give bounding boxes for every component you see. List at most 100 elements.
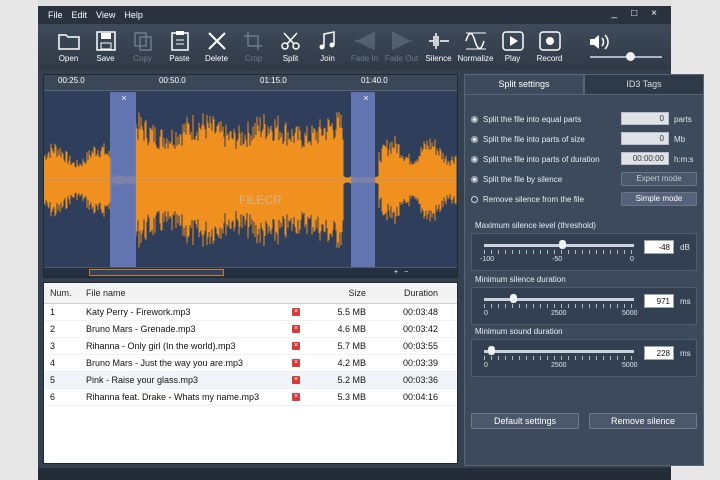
file-size: 5.5 MB <box>337 307 366 317</box>
default-settings-button[interactable]: Default settings <box>471 413 579 429</box>
paste-button[interactable]: Paste <box>161 24 198 63</box>
threshold-value-field[interactable]: -48 <box>644 240 674 254</box>
file-size: 5.2 MB <box>337 375 366 385</box>
minimize-button[interactable]: _ <box>612 8 618 19</box>
header-name[interactable]: File name <box>82 288 288 298</box>
expert-mode-button[interactable]: Expert mode <box>621 172 697 186</box>
file-name: Rihanna feat. Drake - Whats my name.mp3 <box>86 392 260 402</box>
file-row[interactable]: 2 Bruno Mars - Grenade.mp3 × 4.6 MB 00:03:42 <box>44 321 457 338</box>
min-silence-slider[interactable]: 0 2500 5000 971 ms <box>471 287 697 325</box>
normalize-button[interactable]: Normalize <box>457 24 494 63</box>
remove-file-icon[interactable]: × <box>292 376 300 384</box>
copy-button[interactable]: Copy <box>124 24 161 63</box>
file-row[interactable]: 6 Rihanna feat. Drake - Whats my name.mp3… <box>44 389 457 406</box>
tab-split-settings[interactable]: Split settings <box>464 74 584 94</box>
size-field[interactable]: 0 <box>621 132 669 145</box>
header-num[interactable]: Num. <box>44 288 82 298</box>
file-row[interactable]: 1 Katy Perry - Firework.mp3 × 5.5 MB 00:03:4… <box>44 304 457 321</box>
volume-slider-knob[interactable] <box>625 52 635 61</box>
file-name: Bruno Mars - Just the way you are.mp3 <box>86 358 244 368</box>
speaker-icon[interactable] <box>588 32 610 52</box>
ruler-label: 00:25.0 <box>58 76 85 85</box>
silence-close-icon[interactable]: × <box>363 93 368 103</box>
fade-out-icon <box>392 32 412 50</box>
ruler-label: 01:15.0 <box>260 76 287 85</box>
duration-field[interactable]: 00:00:00 <box>621 152 669 165</box>
option-remove-silence[interactable]: Remove silence from the file <box>471 195 584 204</box>
radio-size[interactable] <box>471 136 478 143</box>
remove-file-icon[interactable]: × <box>292 308 300 316</box>
file-num: 2 <box>50 324 56 334</box>
file-row[interactable]: 3 Rihanna - Only girl (In the world).mp3 ×… <box>44 338 457 355</box>
waveform-canvas[interactable]: × × FILECR <box>44 92 457 268</box>
remove-file-icon[interactable]: × <box>292 342 300 350</box>
remove-file-icon[interactable]: × <box>292 359 300 367</box>
zoom-out-icon[interactable]: − <box>404 269 408 276</box>
zoom-controls[interactable]: + − <box>394 269 456 276</box>
ruler-label: 00:50.0 <box>159 76 186 85</box>
menu-help[interactable]: Help <box>124 10 143 20</box>
menu-file[interactable]: File <box>48 10 63 20</box>
ruler-label: 01:40.0 <box>361 76 388 85</box>
silence-close-icon[interactable]: × <box>121 93 126 103</box>
waveform-view[interactable]: 00:25.0 00:50.0 01:15.0 01:40.0 × × FILECR… <box>43 74 458 278</box>
save-button[interactable]: Save <box>87 24 124 63</box>
menu-view[interactable]: View <box>96 10 115 20</box>
radio-remove-silence[interactable] <box>471 196 478 203</box>
file-num: 4 <box>50 358 56 368</box>
parts-count-field[interactable]: 0 <box>621 112 669 125</box>
option-equal-parts[interactable]: Split the file into equal parts <box>471 115 581 124</box>
copy-icon <box>133 32 152 51</box>
silence-icon <box>428 33 449 49</box>
file-row[interactable]: 4 Bruno Mars - Just the way you are.mp3 × 4… <box>44 355 457 372</box>
option-duration[interactable]: Split the file into parts of duration <box>471 155 600 164</box>
normalize-icon <box>464 32 486 50</box>
silence-button[interactable]: Silence <box>420 24 457 63</box>
scroll-thumb[interactable] <box>89 269 224 276</box>
x-cross-icon <box>207 32 226 50</box>
crop-button[interactable]: Crop <box>235 24 272 63</box>
min-sound-slider[interactable]: 0 2500 5000 228 ms <box>471 339 697 377</box>
split-button[interactable]: Split <box>272 24 309 63</box>
threshold-knob[interactable] <box>559 240 566 249</box>
fade-out-button[interactable]: Fade Out <box>383 24 420 63</box>
crop-icon <box>243 32 262 50</box>
delete-button[interactable]: Delete <box>198 24 235 63</box>
remove-file-icon[interactable]: × <box>292 325 300 333</box>
remove-silence-button[interactable]: Remove silence <box>589 413 697 429</box>
radio-by-silence[interactable] <box>471 176 478 183</box>
open-button[interactable]: Open <box>50 24 87 63</box>
app-window: File Edit View Help _ □ × Open Save Copy… <box>38 0 704 480</box>
radio-duration[interactable] <box>471 156 478 163</box>
maximize-button[interactable]: □ <box>631 8 637 19</box>
zoom-in-icon[interactable]: + <box>394 269 398 276</box>
option-by-silence[interactable]: Split the file by silence <box>471 175 562 184</box>
threshold-slider[interactable]: -100 -50 0 -48 dB <box>471 233 697 271</box>
play-button[interactable]: Play <box>494 24 531 63</box>
file-num: 3 <box>50 341 56 351</box>
min-silence-knob[interactable] <box>510 294 518 303</box>
join-button[interactable]: Join <box>309 24 346 63</box>
tab-id3-tags[interactable]: ID3 Tags <box>584 74 704 94</box>
option-size[interactable]: Split the file into parts of size <box>471 135 585 144</box>
close-button[interactable]: × <box>651 8 657 19</box>
remove-file-icon[interactable]: × <box>292 393 300 401</box>
min-sound-value-field[interactable]: 228 <box>644 346 674 360</box>
header-size[interactable]: Size <box>304 288 370 298</box>
header-duration[interactable]: Duration <box>370 288 446 298</box>
settings-panel: Split settings ID3 Tags Split the file i… <box>464 74 704 466</box>
scissors-icon <box>280 32 300 50</box>
min-silence-value-field[interactable]: 971 <box>644 294 674 308</box>
menu-edit[interactable]: Edit <box>72 10 88 20</box>
disk-icon <box>95 31 116 51</box>
radio-equal-parts[interactable] <box>471 116 478 123</box>
waveform-scrollbar[interactable]: + − <box>44 267 457 277</box>
simple-mode-button[interactable]: Simple mode <box>621 192 697 206</box>
record-button[interactable]: Record <box>531 24 568 63</box>
file-size: 4.2 MB <box>337 358 366 368</box>
file-rows: 1 Katy Perry - Firework.mp3 × 5.5 MB 00:03:4… <box>44 304 457 406</box>
fade-in-button[interactable]: Fade In <box>346 24 383 63</box>
file-row[interactable]: 5 Pink - Raise your glass.mp3 × 5.2 MB 00:03… <box>44 372 457 389</box>
threshold-label: Maximum silence level (threshold) <box>475 221 596 230</box>
min-sound-knob[interactable] <box>487 346 495 355</box>
